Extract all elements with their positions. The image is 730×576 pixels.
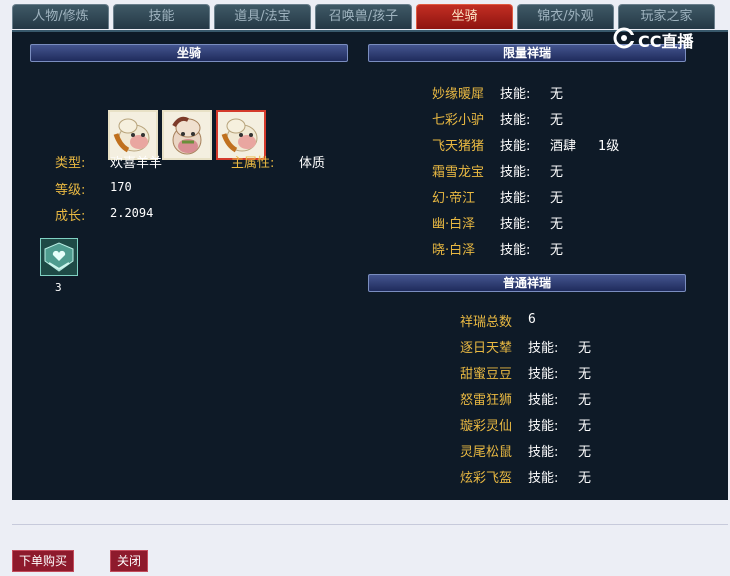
skill-value: 无 <box>550 87 564 102</box>
skill-label: 技能: <box>500 165 531 180</box>
skill-label: 技能: <box>528 367 559 382</box>
skill-value: 无 <box>550 243 564 258</box>
close-button[interactable]: 关闭 <box>110 550 148 572</box>
list-item-name: 幻·帝江 <box>432 191 476 206</box>
skill-label: 技能: <box>500 113 531 128</box>
skill-label: 技能: <box>528 393 559 408</box>
skill-level: 1级 <box>598 139 620 154</box>
buy-button[interactable]: 下单购买 <box>12 550 74 572</box>
skill-value: 无 <box>578 341 592 356</box>
main-attribute-label: 主属性: <box>231 156 275 171</box>
tab-character[interactable]: 人物/修炼 <box>12 4 109 29</box>
tab-summons[interactable]: 召唤兽/孩子 <box>315 4 412 29</box>
skill-value: 无 <box>578 419 592 434</box>
skill-label: 技能: <box>528 471 559 486</box>
mount-skill-icon[interactable] <box>40 238 78 276</box>
skill-label: 技能: <box>528 341 559 356</box>
list-item-name: 飞天猪猪 <box>432 139 485 154</box>
list-item-name: 甜蜜豆豆 <box>460 367 513 382</box>
skill-label: 技能: <box>528 445 559 460</box>
tab-appearance[interactable]: 锦衣/外观 <box>517 4 614 29</box>
list-item-name: 七彩小驴 <box>432 113 485 128</box>
skill-value: 无 <box>578 471 592 486</box>
skill-value: 无 <box>550 217 564 232</box>
skill-count: 3 <box>55 281 62 294</box>
type-label: 类型: <box>55 156 86 171</box>
list-item-name: 灵尾松鼠 <box>460 445 513 460</box>
normal-banner: 普通祥瑞 <box>368 274 686 292</box>
watermark-text: CC直播 <box>638 32 694 51</box>
total-value: 6 <box>528 312 536 327</box>
cc-logo-icon <box>613 27 636 49</box>
list-item-name: 幽·白泽 <box>432 217 476 232</box>
cc-live-watermark: CC直播 <box>612 26 712 52</box>
skill-label: 技能: <box>500 243 531 258</box>
main-attribute-value: 体质 <box>299 156 326 171</box>
skill-value: 无 <box>550 113 564 128</box>
growth-value: 2.2094 <box>110 206 154 220</box>
skill-label: 技能: <box>500 87 531 102</box>
list-item-name: 炫彩飞盔 <box>460 471 513 486</box>
mount-panel: 坐骑 类型: 欢喜羊羊 主属性: 体质 等级: 170 成长: 2.2094 3… <box>12 30 728 500</box>
tab-mount[interactable]: 坐骑 <box>416 4 513 29</box>
tab-items[interactable]: 道具/法宝 <box>214 4 311 29</box>
total-label: 祥瑞总数 <box>460 315 513 330</box>
level-label: 等级: <box>55 183 86 198</box>
list-item-name: 妙缘暖犀 <box>432 87 485 102</box>
skill-value: 酒肆 <box>550 139 577 154</box>
skill-value: 无 <box>578 367 592 382</box>
horse-mount-icon[interactable] <box>162 110 212 160</box>
skill-label: 技能: <box>500 217 531 232</box>
list-item-name: 霜雪龙宝 <box>432 165 485 180</box>
type-value: 欢喜羊羊 <box>110 156 163 171</box>
skill-label: 技能: <box>500 139 531 154</box>
list-item-name: 逐日天辇 <box>460 341 513 356</box>
level-value: 170 <box>110 180 132 194</box>
list-item-name: 璇彩灵仙 <box>460 419 513 434</box>
skill-label: 技能: <box>500 191 531 206</box>
skill-value: 无 <box>550 165 564 180</box>
footer-divider <box>12 524 728 525</box>
skill-value: 无 <box>550 191 564 206</box>
skill-value: 无 <box>578 393 592 408</box>
tab-skills[interactable]: 技能 <box>113 4 210 29</box>
list-item-name: 怒雷狂狮 <box>460 393 513 408</box>
skill-value: 无 <box>578 445 592 460</box>
skill-label: 技能: <box>528 419 559 434</box>
mount-banner: 坐骑 <box>30 44 348 62</box>
list-item-name: 晓·白泽 <box>432 243 476 258</box>
growth-label: 成长: <box>55 209 86 224</box>
